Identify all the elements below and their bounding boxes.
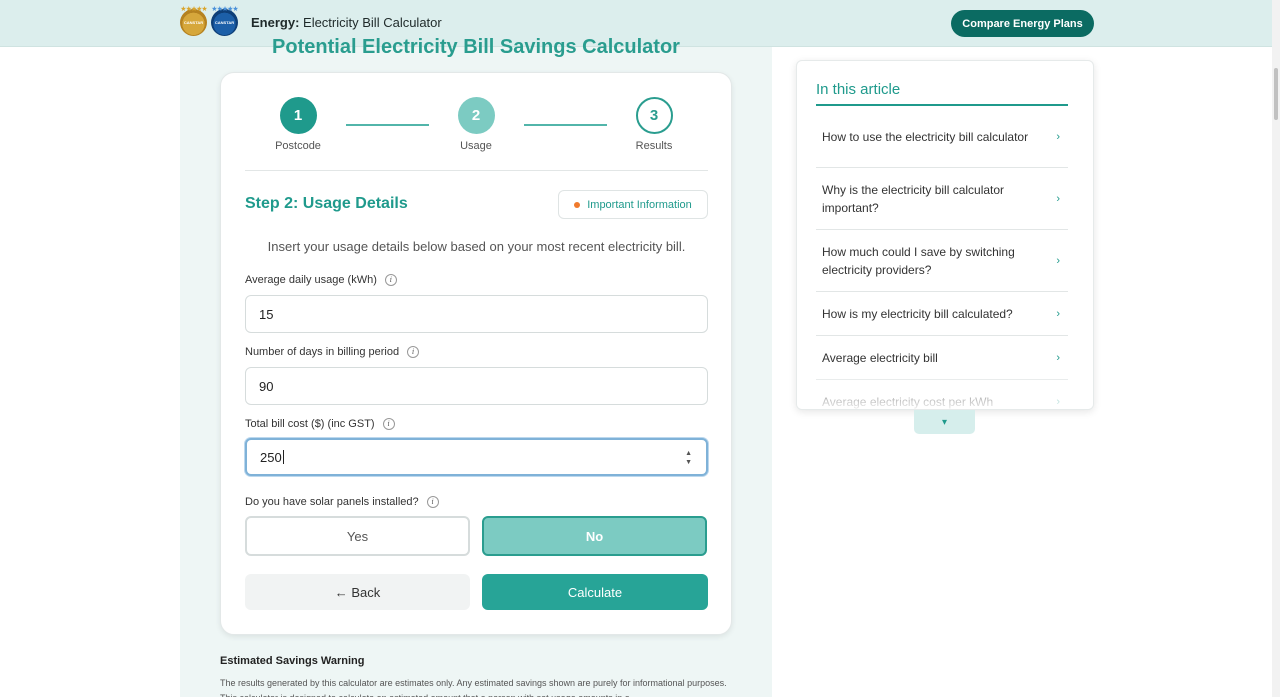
chevron-right-icon: › [1056,307,1060,320]
text-caret [282,450,284,464]
step-usage: 2 Usage [441,97,511,152]
important-information-button[interactable]: Important Information [558,190,708,219]
toc-item[interactable]: Why is the electricity bill calculator i… [816,168,1068,230]
billing-days-input[interactable]: 90 [245,367,708,405]
chevron-right-icon: › [1056,254,1060,267]
info-icon[interactable]: i [407,346,420,358]
solar-yes-option[interactable]: Yes [245,516,470,556]
step-connector [346,124,429,126]
page-heading: Energy: Electricity Bill Calculator [251,15,442,30]
toc-list: How to use the electricity bill calculat… [816,106,1068,409]
billing-days-label: Number of days in billing period i [245,346,420,358]
step-2-circle: 2 [457,97,495,134]
toc-item[interactable]: How to use the electricity bill calculat… [816,106,1068,168]
canstar-blue-award-icon: ★★★★★ CANSTAR [211,6,239,36]
back-button[interactable]: ← Back [245,574,470,610]
canstar-gold-award-icon: ★★★★★ CANSTAR [180,6,208,36]
chevron-down-icon: ▾ [941,416,948,428]
savings-warning-title: Estimated Savings Warning [220,655,365,667]
chevron-right-icon: › [1056,395,1060,408]
scrollbar-thumb[interactable] [1274,68,1278,120]
page-scrollbar[interactable] [1272,0,1280,697]
toc-item[interactable]: How much could I save by switching elect… [816,230,1068,292]
step-2-label: Usage [460,140,492,152]
daily-usage-input[interactable]: 15 [245,295,708,333]
award-logos: ★★★★★ CANSTAR ★★★★★ CANSTAR [180,6,239,36]
info-icon[interactable]: i [384,274,397,286]
calculator-card: 1 Postcode 2 Usage 3 Results Step 2: Usa… [220,72,732,635]
total-bill-label: Total bill cost ($) (inc GST) i [245,418,395,430]
step-3-circle: 3 [635,97,673,134]
chevron-right-icon: › [1056,192,1060,205]
step-postcode[interactable]: 1 Postcode [263,97,333,152]
info-icon[interactable]: i [382,418,395,430]
article-toc: In this article How to use the electrici… [796,60,1094,410]
daily-usage-label: Average daily usage (kWh) i [245,274,397,286]
compare-energy-plans-button[interactable]: Compare Energy Plans [951,10,1094,37]
step-1-circle: 1 [279,97,317,134]
toc-item[interactable]: How is my electricity bill calculated? › [816,292,1068,336]
solar-question-label: Do you have solar panels installed? i [245,496,439,508]
alert-dot-icon [574,201,581,208]
step-3-label: Results [635,140,673,152]
step-connector [524,124,607,126]
toc-item[interactable]: Average electricity cost per kWh › [816,380,1068,409]
step-title: Step 2: Usage Details [245,195,408,212]
total-bill-input[interactable]: 250 ▲ ▼ [245,438,708,476]
step-1-label: Postcode [275,140,321,152]
calculate-button[interactable]: Calculate [482,574,708,610]
savings-warning-text: The results generated by this calculator… [220,678,727,697]
toc-expand-button[interactable]: ▾ [914,410,975,434]
solar-no-option[interactable]: No [482,516,707,556]
intro-text: Insert your usage details below based on… [267,239,686,254]
divider [245,170,708,171]
toc-item[interactable]: Average electricity bill › [816,336,1068,380]
number-spinner-icon[interactable]: ▲ ▼ [685,449,692,467]
step-results: 3 Results [619,97,689,152]
calculator-title: Potential Electricity Bill Savings Calcu… [272,36,680,58]
chevron-right-icon: › [1056,130,1060,143]
chevron-right-icon: › [1056,351,1060,364]
toc-title: In this article [816,81,901,98]
info-icon[interactable]: i [426,496,439,508]
